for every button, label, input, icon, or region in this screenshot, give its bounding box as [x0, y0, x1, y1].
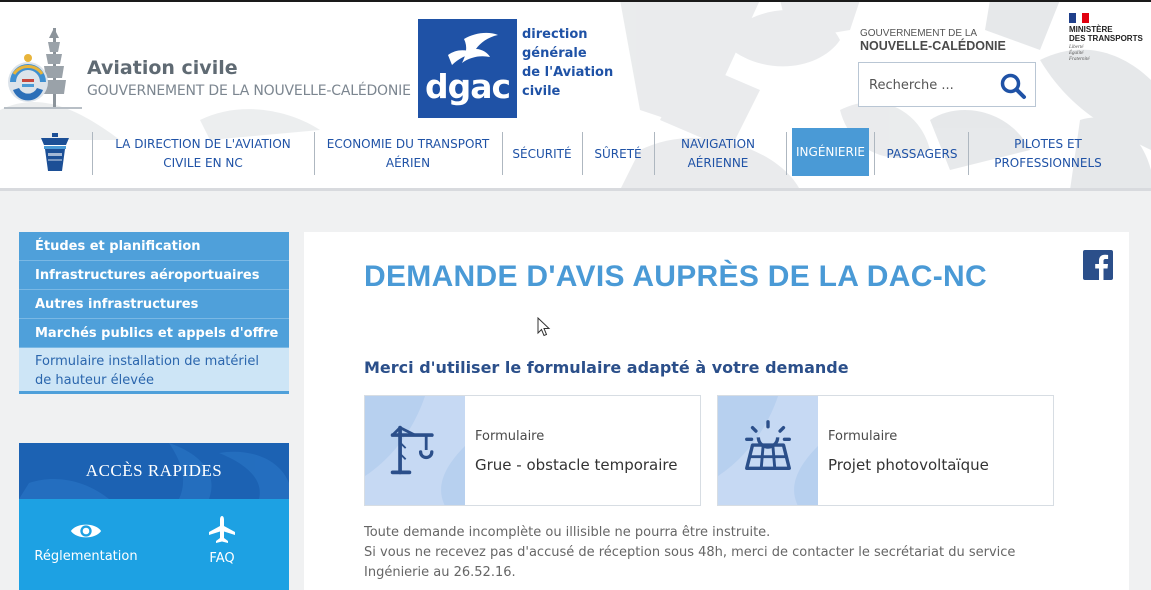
page-title: DEMANDE D'AVIS AUPRÈS DE LA DAC-NC — [364, 260, 987, 293]
mouse-cursor-icon — [537, 317, 551, 337]
nav-navigation-line-2: AÉRIENNE — [687, 156, 749, 170]
main-content: DEMANDE D'AVIS AUPRÈS DE LA DAC-NC Merci… — [304, 232, 1129, 590]
top-border — [0, 0, 1151, 2]
crane-icon — [390, 425, 434, 475]
new-caledonia-emblem-icon — [4, 28, 82, 109]
sidebar-item-formulaire-installation[interactable]: Formulaire installation de matériel de h… — [19, 348, 289, 394]
nav-direction-line-2: CIVILE EN NC — [163, 156, 243, 170]
logo-title: Aviation civile — [87, 57, 238, 79]
search-box — [858, 62, 1036, 107]
nav-separator — [968, 132, 969, 175]
nav-ingenierie-label: INGÉNIERIE — [796, 144, 865, 159]
form-card-photovoltaique[interactable]: Formulaire Projet photovoltaïque — [717, 395, 1054, 506]
airplane-icon — [209, 516, 235, 543]
eye-icon — [70, 524, 102, 538]
dgac-description: direction générale de l'Aviation civile — [522, 25, 632, 101]
info-line-3: Ingénierie au 26.52.16. — [364, 565, 516, 580]
info-line-2: Si vous ne recevez pas d'accusé de récep… — [364, 545, 1016, 560]
sidebar-formulaire-line-1: Formulaire installation de matériel — [35, 354, 259, 369]
main-navigation: LA DIRECTION DE L'AVIATION CIVILE EN NC E… — [0, 128, 1151, 180]
form-card-grue-kicker: Formulaire — [475, 429, 545, 444]
nav-separator — [92, 132, 93, 175]
nav-separator — [582, 132, 583, 175]
quick-access-title: ACCÈS RAPIDES — [85, 461, 223, 480]
sidebar-item-marches-publics[interactable]: Marchés publics et appels d'offre — [19, 319, 289, 348]
ministere-line-1: MINISTÈRE — [1069, 25, 1113, 34]
form-card-photovoltaique-kicker: Formulaire — [828, 429, 898, 444]
nav-separator — [314, 132, 315, 175]
ministere-title: MINISTÈRE DES TRANSPORTS — [1069, 25, 1143, 43]
nav-item-navigation[interactable]: NAVIGATION AÉRIENNE — [658, 131, 778, 177]
info-notice: Toute demande incomplète ou illisible ne… — [364, 523, 1064, 583]
dgac-line-2: générale — [522, 46, 587, 61]
site-header: Aviation civile GOUVERNEMENT DE LA NOUVE… — [0, 0, 1151, 190]
nav-separator — [786, 132, 787, 175]
nav-economie-line-2: AÉRIEN — [385, 156, 431, 170]
quick-link-faq[interactable]: FAQ — [157, 516, 287, 566]
form-card-photovoltaique-thumbnail — [718, 396, 818, 505]
gov-nc-line-1: GOUVERNEMENT DE LA — [860, 28, 978, 39]
motto-fraternite: Fraternité — [1069, 57, 1090, 62]
nav-item-pilotes[interactable]: PILOTES ET PROFESSIONNELS — [976, 131, 1120, 177]
nav-item-securite[interactable]: SÉCURITÉ — [506, 131, 578, 177]
nav-item-passagers[interactable]: PASSAGERS — [878, 131, 966, 177]
dgac-line-1: direction — [522, 27, 588, 42]
nav-pilotes-line-1: PILOTES ET — [1014, 137, 1082, 151]
nav-item-ingenierie[interactable]: INGÉNIERIE — [792, 128, 869, 176]
ministere-transports-logo[interactable]: MINISTÈRE DES TRANSPORTS Liberté Égalité… — [1063, 9, 1148, 69]
dgac-line-4: civile — [522, 84, 561, 99]
nav-direction-line-1: LA DIRECTION DE L'AVIATION — [115, 137, 291, 151]
sidebar-item-etudes[interactable]: Études et planification — [19, 232, 289, 261]
french-flag-icon — [1069, 13, 1089, 23]
nav-separator — [502, 132, 503, 175]
nav-passagers-label: PASSAGERS — [886, 146, 958, 161]
ministere-motto: Liberté Égalité Fraternité — [1069, 45, 1090, 63]
search-input[interactable] — [863, 69, 991, 101]
info-line-1: Toute demande incomplète ou illisible ne… — [364, 525, 771, 540]
dgac-logo[interactable]: dgac — [418, 19, 517, 118]
form-card-grue-thumbnail — [365, 396, 465, 505]
nav-pilotes-line-2: PROFESSIONNELS — [994, 156, 1102, 170]
nav-separator — [874, 132, 875, 175]
sidebar-item-infrastructures-aeroportuaires[interactable]: Infrastructures aéroportuaires — [19, 261, 289, 290]
solar-panel-icon — [745, 420, 791, 470]
nav-navigation-line-1: NAVIGATION — [680, 137, 756, 151]
quick-access-header: ACCÈS RAPIDES — [19, 443, 289, 499]
form-card-photovoltaique-title: Projet photovoltaïque — [828, 456, 989, 474]
quick-link-reglementation[interactable]: Réglementation — [21, 519, 151, 564]
facebook-icon[interactable] — [1083, 250, 1113, 280]
header-shadow — [0, 188, 1151, 191]
form-card-grue-title: Grue - obstacle temporaire — [475, 456, 678, 474]
dgac-line-3: de l'Aviation — [522, 65, 614, 80]
logo-subtitle: GOUVERNEMENT DE LA NOUVELLE-CALÉDONIE — [87, 83, 411, 99]
nav-economie-line-1: ECONOMIE DU TRANSPORT — [326, 137, 490, 151]
dgac-acronym: dgac — [424, 67, 511, 106]
aviation-civile-logo[interactable]: Aviation civile GOUVERNEMENT DE LA NOUVE… — [4, 24, 424, 114]
nav-item-economie[interactable]: ECONOMIE DU TRANSPORT AÉRIEN — [318, 131, 498, 177]
nav-item-surete[interactable]: SÛRETÉ — [586, 131, 650, 177]
quick-link-faq-label: FAQ — [209, 551, 235, 566]
nav-surete-label: SÛRETÉ — [594, 146, 642, 161]
form-section-subtitle: Merci d'utiliser le formulaire adapté à … — [364, 358, 849, 377]
nav-separator — [654, 132, 655, 175]
quick-link-reglementation-label: Réglementation — [34, 549, 138, 564]
control-tower-icon[interactable] — [38, 133, 72, 173]
ministere-line-2: DES TRANSPORTS — [1069, 34, 1143, 43]
sidebar-formulaire-line-2: de hauteur élevée — [35, 373, 154, 388]
sidebar-item-autres-infrastructures[interactable]: Autres infrastructures — [19, 290, 289, 319]
form-card-grue[interactable]: Formulaire Grue - obstacle temporaire — [364, 395, 701, 506]
search-icon[interactable] — [999, 72, 1027, 100]
nav-securite-label: SÉCURITÉ — [512, 146, 572, 161]
sidebar-menu: Études et planification Infrastructures … — [19, 232, 289, 394]
nav-item-direction[interactable]: LA DIRECTION DE L'AVIATION CIVILE EN NC — [98, 131, 308, 177]
quick-access-panel: ACCÈS RAPIDES Réglementation FAQ — [19, 443, 289, 590]
gouvernement-nc-label[interactable]: GOUVERNEMENT DE LA NOUVELLE-CALÉDONIE — [860, 28, 1040, 53]
gov-nc-line-2: NOUVELLE-CALÉDONIE — [860, 39, 1006, 53]
